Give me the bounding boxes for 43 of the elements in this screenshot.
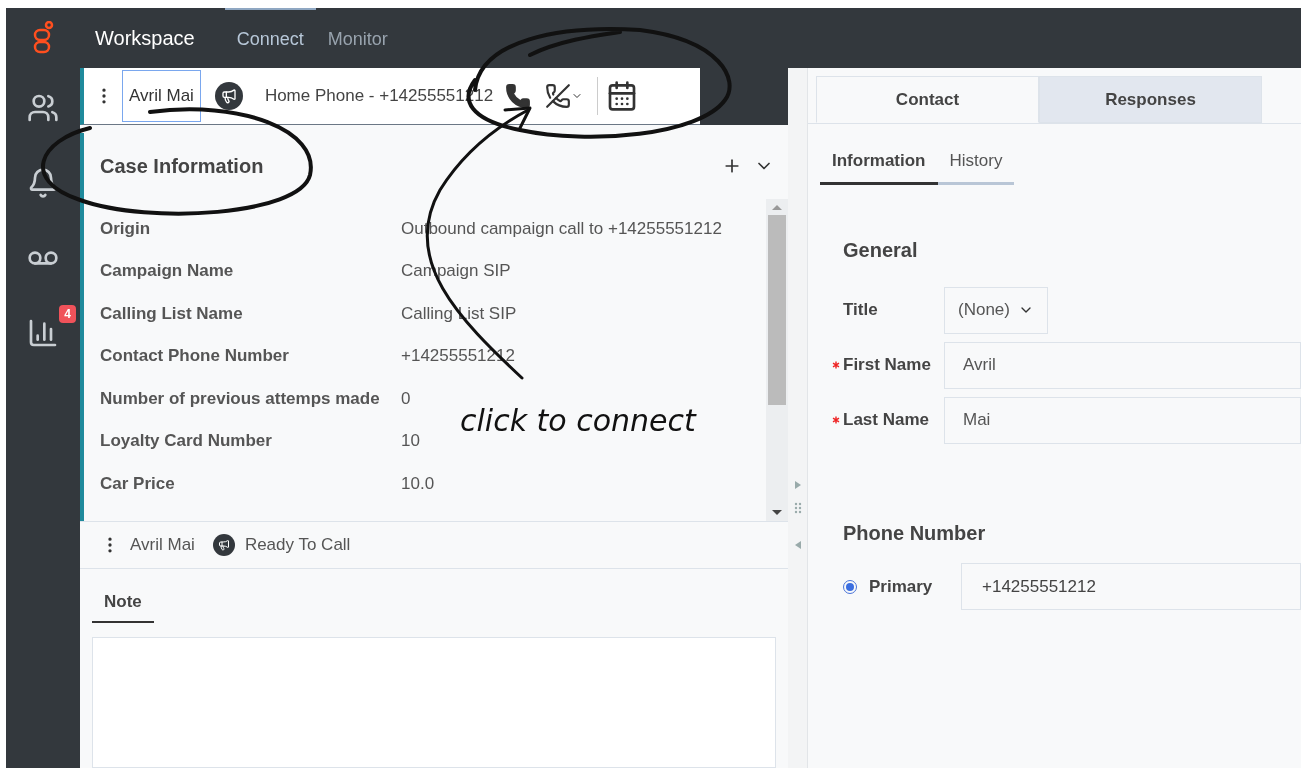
field-label: Loyalty Card Number — [100, 430, 273, 452]
note-tab[interactable]: Note — [92, 589, 154, 623]
phone-icon[interactable] — [505, 83, 532, 109]
campaign-icon — [214, 82, 243, 110]
title-select[interactable]: (None) — [944, 286, 1048, 334]
grip-icon[interactable] — [793, 502, 802, 514]
field-label: Contact Phone Number — [100, 345, 290, 367]
field-value: 10.0 — [401, 472, 435, 495]
sub-tab[interactable]: Information — [820, 148, 938, 185]
annotation-text: click to connect — [460, 402, 696, 440]
panel-tab[interactable]: Contact — [816, 76, 1039, 123]
contact-name-button[interactable]: Avril Mai — [122, 70, 201, 122]
app-name: Workspace — [95, 26, 195, 51]
phone-field[interactable]: +14255551212 — [961, 563, 1301, 610]
field-label: First Name — [843, 354, 931, 377]
section-title: General — [843, 237, 919, 263]
field-label: Calling List Name — [100, 302, 244, 325]
panel-tab[interactable]: Responses — [1039, 76, 1262, 123]
notification-badge: 4 — [59, 305, 76, 323]
call-options-button[interactable] — [545, 83, 584, 109]
field-label: Title — [843, 299, 878, 322]
field-label: Campaign Name — [100, 260, 235, 282]
phone-icon — [545, 83, 572, 109]
nav-tab[interactable]: Monitor — [315, 8, 400, 68]
campaign-icon — [212, 534, 235, 556]
call-status: Ready To Call — [244, 534, 351, 557]
field-label: Last Name — [843, 409, 929, 432]
logo-icon — [32, 21, 54, 55]
field-label: Car Price — [100, 472, 176, 495]
field-value: 10 — [401, 430, 420, 452]
text-field[interactable]: Mai — [944, 396, 1301, 444]
text-field[interactable]: Avril — [944, 341, 1301, 389]
section-title: Phone Number — [843, 520, 987, 546]
panel-title: Case Information — [100, 154, 264, 179]
field-label: Number of previous attemps made — [100, 387, 381, 410]
scroll-down-icon[interactable] — [771, 509, 783, 517]
sub-tab[interactable]: History — [937, 148, 1015, 185]
contact-name: Avril Mai — [130, 534, 195, 557]
scrollbar[interactable] — [766, 199, 788, 521]
field-label: Primary — [869, 575, 934, 598]
field-label: Origin — [100, 217, 152, 240]
note-field[interactable] — [92, 636, 776, 768]
field-value: 0 — [401, 387, 411, 410]
